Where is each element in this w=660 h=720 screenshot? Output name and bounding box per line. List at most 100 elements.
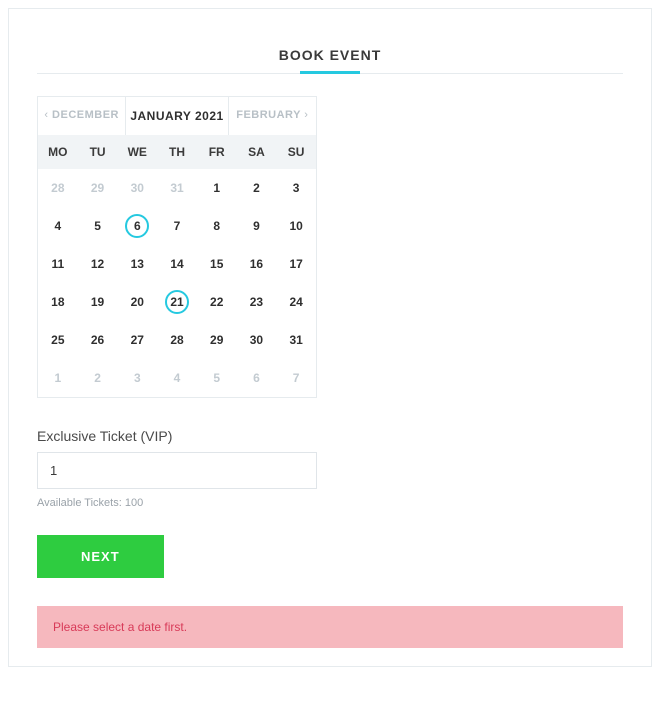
calendar-day-number: 4 bbox=[174, 371, 181, 385]
calendar-day-number: 3 bbox=[134, 371, 141, 385]
tab-book-event[interactable]: BOOK EVENT bbox=[275, 37, 386, 73]
calendar-day[interactable]: 28 bbox=[157, 321, 197, 359]
calendar-day-number: 29 bbox=[91, 181, 104, 195]
calendar-day[interactable]: 8 bbox=[197, 207, 237, 245]
calendar-day[interactable]: 12 bbox=[78, 245, 118, 283]
calendar-day: 4 bbox=[157, 359, 197, 397]
calendar-day[interactable]: 6 bbox=[117, 207, 157, 245]
calendar-prev-month[interactable]: ‹ DECEMBER bbox=[38, 97, 126, 135]
calendar-day-number: 24 bbox=[289, 295, 302, 309]
calendar-day-number: 31 bbox=[170, 181, 183, 195]
calendar-day-number: 18 bbox=[51, 295, 64, 309]
next-button[interactable]: NEXT bbox=[37, 535, 164, 578]
calendar-day-number: 12 bbox=[91, 257, 104, 271]
calendar-day-number: 27 bbox=[131, 333, 144, 347]
calendar-dow: SU bbox=[276, 135, 316, 169]
calendar-dow: MO bbox=[38, 135, 78, 169]
calendar-day-number: 13 bbox=[131, 257, 144, 271]
calendar-day-number: 7 bbox=[293, 371, 300, 385]
calendar-day-number: 15 bbox=[210, 257, 223, 271]
chevron-left-icon: ‹ bbox=[44, 109, 48, 121]
calendar-day-number: 22 bbox=[210, 295, 223, 309]
calendar-day[interactable]: 4 bbox=[38, 207, 78, 245]
error-alert: Please select a date first. bbox=[37, 606, 623, 648]
calendar-day[interactable]: 2 bbox=[237, 169, 277, 207]
calendar-day-number: 17 bbox=[289, 257, 302, 271]
calendar-day[interactable]: 29 bbox=[197, 321, 237, 359]
calendar-day-number: 5 bbox=[94, 219, 101, 233]
calendar-next-month[interactable]: FEBRUARY › bbox=[228, 97, 316, 135]
calendar-day: 28 bbox=[38, 169, 78, 207]
calendar-day-number: 23 bbox=[250, 295, 263, 309]
next-button-label: NEXT bbox=[81, 549, 120, 564]
calendar-dow: TU bbox=[78, 135, 118, 169]
calendar-day-number: 1 bbox=[213, 181, 220, 195]
calendar: ‹ DECEMBER JANUARY 2021 FEBRUARY › MOTUW… bbox=[37, 96, 317, 398]
calendar-day[interactable]: 11 bbox=[38, 245, 78, 283]
calendar-dow: WE bbox=[117, 135, 157, 169]
calendar-day-number: 8 bbox=[213, 219, 220, 233]
calendar-day-number: 25 bbox=[51, 333, 64, 347]
calendar-day-number: 10 bbox=[289, 219, 302, 233]
calendar-day[interactable]: 7 bbox=[157, 207, 197, 245]
calendar-day[interactable]: 31 bbox=[276, 321, 316, 359]
calendar-day-number: 7 bbox=[174, 219, 181, 233]
tab-underline bbox=[300, 71, 360, 74]
calendar-day: 31 bbox=[157, 169, 197, 207]
calendar-day[interactable]: 15 bbox=[197, 245, 237, 283]
calendar-day-number: 6 bbox=[253, 371, 260, 385]
calendar-day-number: 30 bbox=[131, 181, 144, 195]
calendar-dow: SA bbox=[237, 135, 277, 169]
calendar-day-number: 1 bbox=[55, 371, 62, 385]
calendar-day[interactable]: 17 bbox=[276, 245, 316, 283]
calendar-day: 5 bbox=[197, 359, 237, 397]
calendar-next-label: FEBRUARY bbox=[236, 109, 301, 121]
ticket-field-block: Exclusive Ticket (VIP) Available Tickets… bbox=[37, 428, 317, 509]
calendar-day-number: 11 bbox=[52, 257, 65, 271]
calendar-day[interactable]: 13 bbox=[117, 245, 157, 283]
calendar-day-number: 5 bbox=[213, 371, 220, 385]
calendar-day[interactable]: 24 bbox=[276, 283, 316, 321]
calendar-day-number: 28 bbox=[170, 333, 183, 347]
ticket-label: Exclusive Ticket (VIP) bbox=[37, 428, 317, 444]
calendar-day[interactable]: 9 bbox=[237, 207, 277, 245]
calendar-day-number: 2 bbox=[94, 371, 101, 385]
calendar-day-number: 4 bbox=[55, 219, 62, 233]
calendar-day: 3 bbox=[117, 359, 157, 397]
calendar-day: 6 bbox=[237, 359, 277, 397]
calendar-day[interactable]: 20 bbox=[117, 283, 157, 321]
calendar-day-number: 28 bbox=[51, 181, 64, 195]
calendar-day[interactable]: 14 bbox=[157, 245, 197, 283]
calendar-day-number: 19 bbox=[91, 295, 104, 309]
calendar-day[interactable]: 3 bbox=[276, 169, 316, 207]
calendar-day-number: 31 bbox=[289, 333, 302, 347]
calendar-grid: MOTUWETHFRSASU28293031123456789101112131… bbox=[38, 135, 316, 397]
calendar-dow: FR bbox=[197, 135, 237, 169]
calendar-dow: TH bbox=[157, 135, 197, 169]
calendar-day[interactable]: 25 bbox=[38, 321, 78, 359]
calendar-day[interactable]: 23 bbox=[237, 283, 277, 321]
calendar-day-number: 3 bbox=[293, 181, 300, 195]
calendar-day[interactable]: 18 bbox=[38, 283, 78, 321]
calendar-day[interactable]: 1 bbox=[197, 169, 237, 207]
calendar-day[interactable]: 21 bbox=[157, 283, 197, 321]
calendar-day: 30 bbox=[117, 169, 157, 207]
error-alert-message: Please select a date first. bbox=[53, 620, 187, 634]
booking-card: BOOK EVENT ‹ DECEMBER JANUARY 2021 FEBRU… bbox=[8, 8, 652, 667]
calendar-header: ‹ DECEMBER JANUARY 2021 FEBRUARY › bbox=[38, 97, 316, 135]
calendar-day-highlight bbox=[125, 214, 149, 238]
calendar-title: JANUARY 2021 bbox=[126, 97, 227, 135]
ticket-quantity-input[interactable] bbox=[37, 452, 317, 489]
calendar-day[interactable]: 16 bbox=[237, 245, 277, 283]
calendar-day: 29 bbox=[78, 169, 118, 207]
calendar-day: 1 bbox=[38, 359, 78, 397]
calendar-day[interactable]: 26 bbox=[78, 321, 118, 359]
calendar-day-number: 14 bbox=[170, 257, 183, 271]
calendar-day-number: 26 bbox=[91, 333, 104, 347]
calendar-day[interactable]: 30 bbox=[237, 321, 277, 359]
calendar-day[interactable]: 19 bbox=[78, 283, 118, 321]
calendar-day[interactable]: 27 bbox=[117, 321, 157, 359]
calendar-day[interactable]: 5 bbox=[78, 207, 118, 245]
calendar-day[interactable]: 10 bbox=[276, 207, 316, 245]
calendar-day[interactable]: 22 bbox=[197, 283, 237, 321]
